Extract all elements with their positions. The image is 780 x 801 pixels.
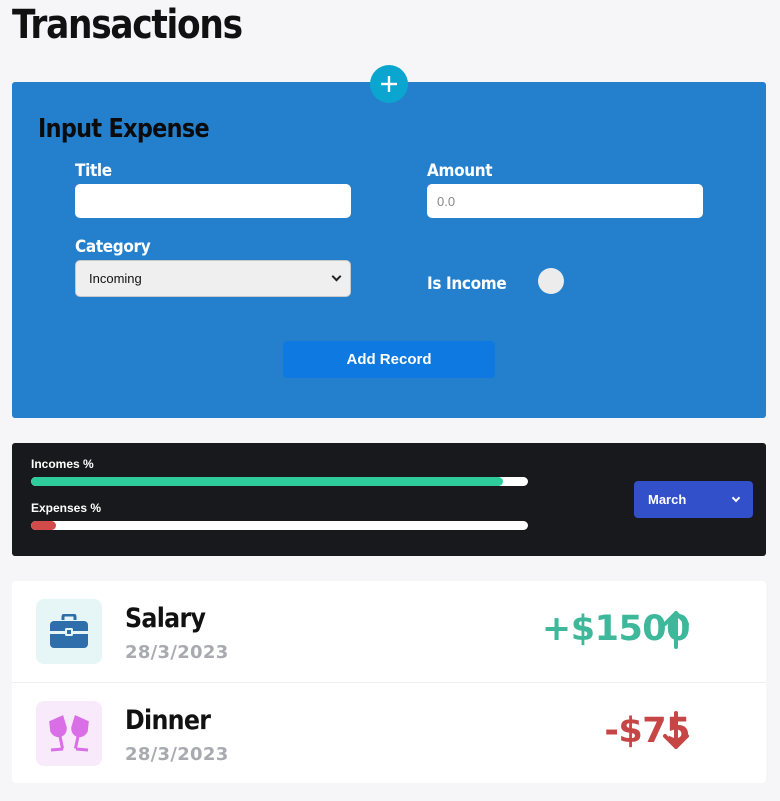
arrow-down-icon [663,711,689,749]
transaction-icon-tile [36,701,102,766]
incomes-progress-track [31,477,528,486]
list-item[interactable]: Dinner 28/3/2023 -$75 [12,682,766,783]
incomes-label: Incomes % [31,457,94,471]
form-heading: Input Expense [38,114,210,144]
transaction-date: 28/3/2023 [125,744,229,765]
expenses-progress-fill [31,521,56,530]
chevron-down-icon [731,493,741,503]
briefcase-icon [50,613,88,648]
title-input[interactable] [75,184,351,218]
expenses-progress-track [31,521,528,530]
wine-glasses-icon [49,714,89,751]
transaction-icon-tile [36,599,102,664]
expenses-label: Expenses % [31,501,102,515]
amount-label: Amount [427,161,493,181]
month-select[interactable]: March [634,481,753,518]
transaction-list: Salary 28/3/2023 +$1500 Dinner 28/3/2023… [12,581,766,783]
transaction-title: Dinner [125,705,211,736]
category-label: Category [75,237,151,257]
expense-form-card: Input Expense Title Amount Category Inco… [12,82,766,418]
transaction-date: 28/3/2023 [125,642,229,663]
stats-card: Incomes % Expenses % March [12,443,766,556]
month-selected-value: March [648,492,687,507]
category-select[interactable]: Incoming [75,260,351,297]
category-selected-value: Incoming [89,271,142,286]
list-item[interactable]: Salary 28/3/2023 +$1500 [12,581,766,682]
transaction-title: Salary [125,603,206,634]
plus-icon [381,76,397,92]
chevron-down-icon [331,271,342,282]
incomes-progress-fill [31,477,504,486]
is-income-toggle[interactable] [538,268,564,294]
arrow-up-icon [663,611,689,649]
amount-input[interactable] [427,184,703,218]
is-income-label: Is Income [427,274,507,294]
page-title: Transactions [12,2,243,48]
add-expense-button[interactable] [370,65,408,103]
title-label: Title [75,161,112,181]
add-record-button[interactable]: Add Record [283,341,495,378]
